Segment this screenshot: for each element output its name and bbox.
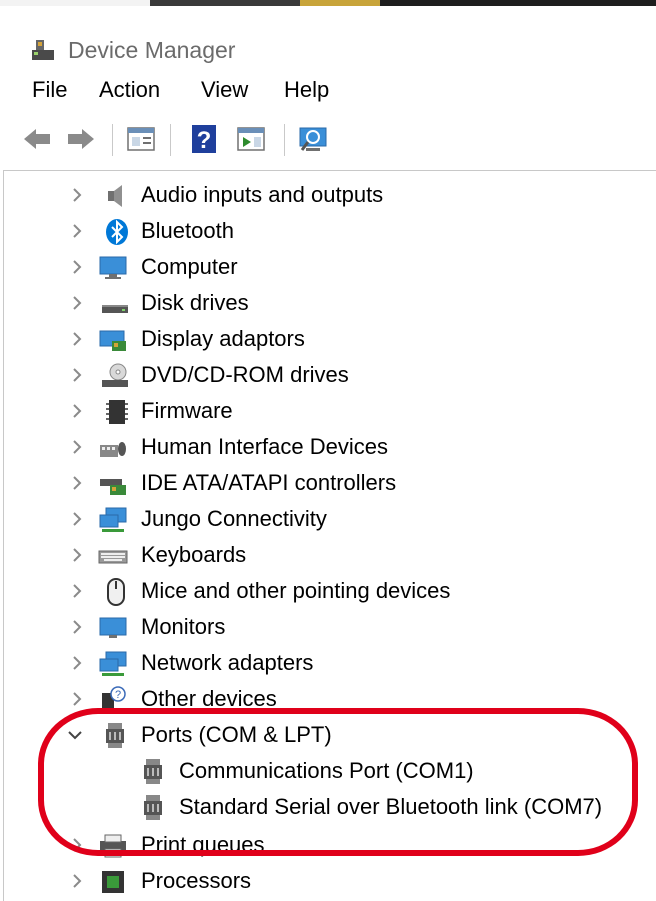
tree-item-bluetooth[interactable]: Bluetooth <box>4 214 656 250</box>
tree-item-label: Computer <box>141 254 238 279</box>
chevron-right-icon[interactable] <box>66 472 88 494</box>
properties-icon[interactable] <box>124 122 158 156</box>
tree-item-label: Jungo Connectivity <box>141 506 327 531</box>
tree-item-audio[interactable]: Audio inputs and outputs <box>4 178 656 214</box>
network-icon <box>99 651 127 676</box>
title-bar: Device Manager <box>0 14 656 64</box>
chevron-right-icon[interactable] <box>66 508 88 530</box>
tree-item-label: Firmware <box>141 398 233 423</box>
toolbar-separator <box>112 124 113 156</box>
hid-icon <box>100 442 126 457</box>
tree-item-label: Processors <box>141 868 252 893</box>
tree-item-mice[interactable]: Mice and other pointing devices <box>4 574 656 610</box>
tree-item-label: IDE ATA/ATAPI controllers <box>141 470 397 495</box>
tree-item-label: Audio inputs and outputs <box>141 182 384 207</box>
tree-item-jungo[interactable]: Jungo Connectivity <box>4 502 656 538</box>
tree-item-processors[interactable]: Processors <box>4 864 656 900</box>
back-arrow-icon[interactable] <box>20 122 54 156</box>
window-title: Device Manager <box>68 37 236 63</box>
update-driver-icon[interactable] <box>234 122 268 156</box>
tree-item-hid[interactable]: Human Interface Devices <box>4 430 656 466</box>
processor-icon <box>102 871 124 893</box>
tree-item-computer[interactable]: Computer <box>4 250 656 286</box>
tree-item-network-adapters[interactable]: Network adapters <box>4 646 656 682</box>
tree-item-label: Disk drives <box>141 290 249 315</box>
speaker-icon <box>108 185 122 207</box>
toolbar-separator <box>170 124 171 156</box>
menu-file[interactable]: File <box>32 77 67 103</box>
dvd-drive-icon <box>102 363 128 387</box>
tree-item-label: Monitors <box>141 614 226 639</box>
tree-item-ide-controllers[interactable]: IDE ATA/ATAPI controllers <box>4 466 656 502</box>
tree-item-dvd-cd-rom[interactable]: DVD/CD-ROM drives <box>4 358 656 394</box>
chevron-right-icon[interactable] <box>66 328 88 350</box>
disk-drive-icon <box>102 305 128 313</box>
computer-icon <box>99 256 127 279</box>
tree-item-label: Keyboards <box>141 542 247 567</box>
top-strip-dark <box>150 0 300 6</box>
chevron-right-icon[interactable] <box>66 616 88 638</box>
chevron-right-icon[interactable] <box>66 652 88 674</box>
display-adapter-icon <box>99 330 126 351</box>
chevron-right-icon[interactable] <box>66 580 88 602</box>
menu-help[interactable]: Help <box>284 77 329 103</box>
top-strip-accent <box>300 0 380 6</box>
help-icon[interactable]: ? <box>188 122 222 156</box>
menu-view[interactable]: View <box>201 77 248 103</box>
tree-item-label: DVD/CD-ROM drives <box>141 362 349 387</box>
device-manager-icon <box>32 40 54 60</box>
forward-arrow-icon[interactable] <box>64 122 98 156</box>
chevron-right-icon[interactable] <box>66 292 88 314</box>
tree-item-monitors[interactable]: Monitors <box>4 610 656 646</box>
toolbar: ? <box>0 116 656 160</box>
scan-hardware-icon[interactable] <box>296 122 330 156</box>
chevron-right-icon[interactable] <box>66 184 88 206</box>
network-icon <box>99 507 127 532</box>
tree-item-disk-drives[interactable]: Disk drives <box>4 286 656 322</box>
firmware-icon <box>106 400 128 424</box>
toolbar-separator <box>284 124 285 156</box>
top-strip <box>0 0 656 6</box>
monitor-icon <box>99 617 127 638</box>
chevron-right-icon[interactable] <box>66 870 88 892</box>
tree-item-label: Network adapters <box>141 650 314 675</box>
chevron-right-icon[interactable] <box>66 436 88 458</box>
tree-item-label: Bluetooth <box>141 218 234 243</box>
tree-item-label: Human Interface Devices <box>141 434 388 459</box>
mouse-icon <box>107 578 125 606</box>
tree-item-keyboards[interactable]: Keyboards <box>4 538 656 574</box>
keyboard-icon <box>98 550 128 564</box>
chevron-right-icon[interactable] <box>66 256 88 278</box>
chevron-right-icon[interactable] <box>66 688 88 710</box>
tree-item-label: Mice and other pointing devices <box>141 578 451 603</box>
tree-item-label: Display adaptors <box>141 326 305 351</box>
tree-item-display-adaptors[interactable]: Display adaptors <box>4 322 656 358</box>
svg-text:?: ? <box>115 689 121 701</box>
bluetooth-icon <box>106 219 128 245</box>
red-highlight-ellipse <box>38 708 638 856</box>
chevron-right-icon[interactable] <box>66 400 88 422</box>
tree-item-firmware[interactable]: Firmware <box>4 394 656 430</box>
top-strip-dark-right <box>380 0 656 6</box>
menu-bar: File Action View Help <box>0 72 656 112</box>
chevron-right-icon[interactable] <box>66 364 88 386</box>
chevron-right-icon[interactable] <box>66 544 88 566</box>
chevron-right-icon[interactable] <box>66 220 88 242</box>
ide-controller-icon <box>100 479 126 495</box>
svg-text:?: ? <box>197 127 212 154</box>
menu-action[interactable]: Action <box>99 77 160 103</box>
